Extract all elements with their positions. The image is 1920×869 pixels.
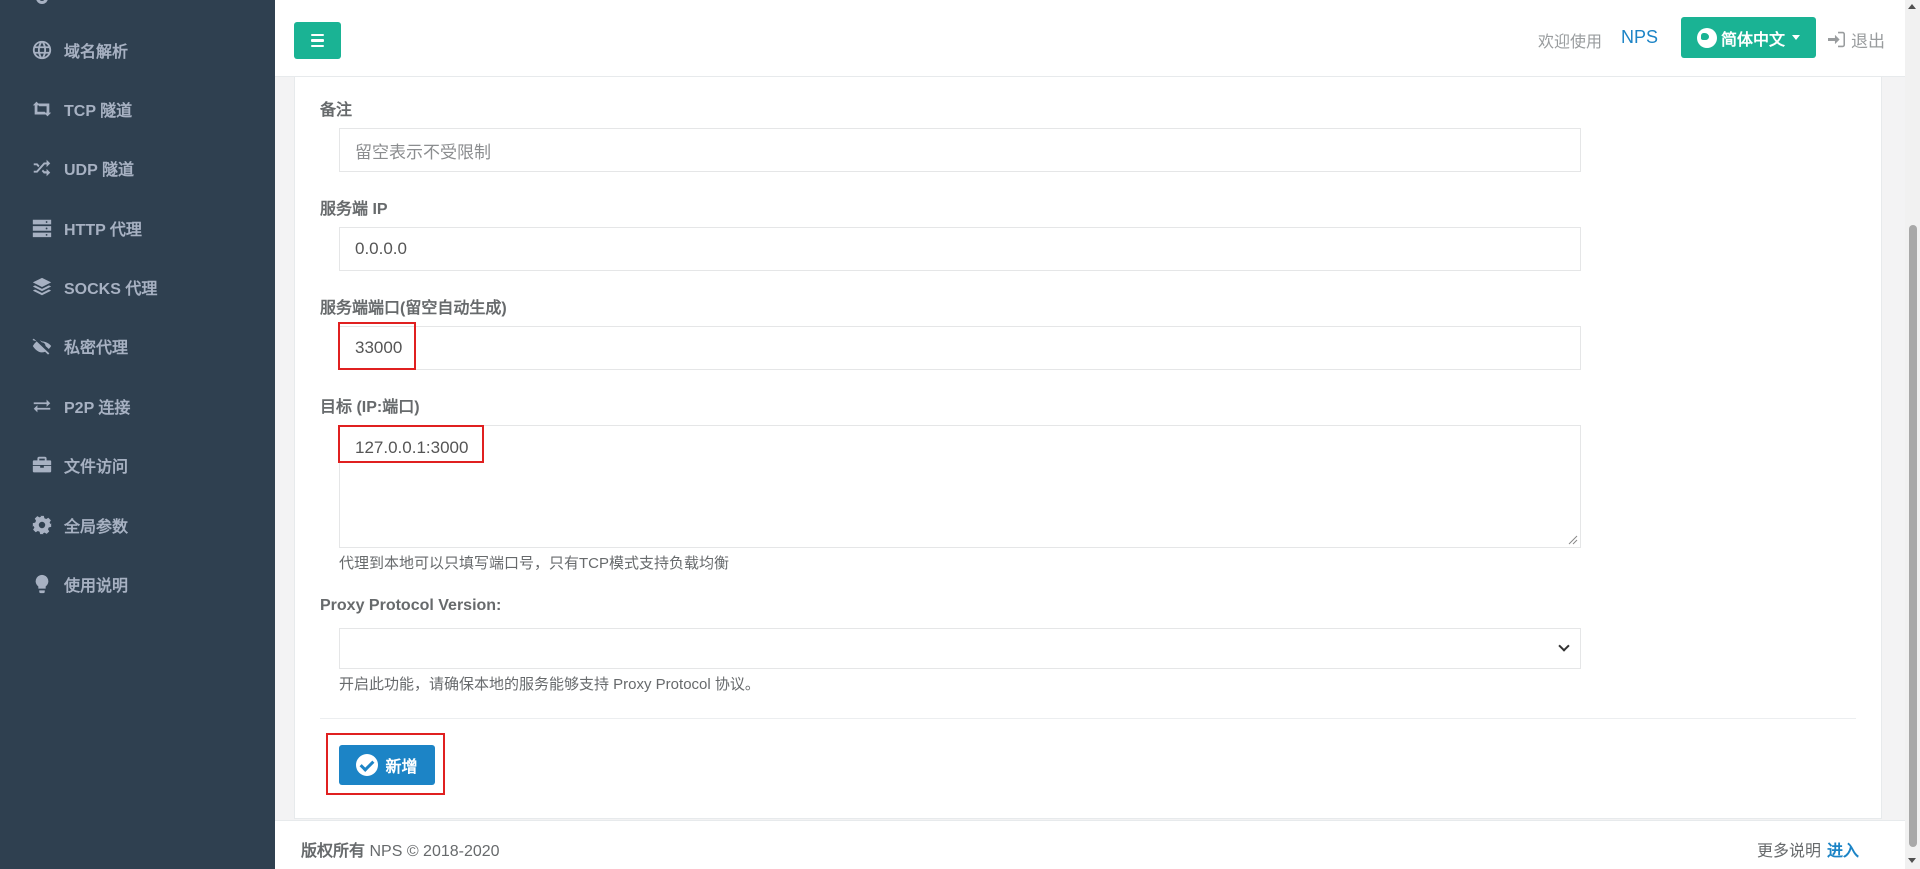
sidebar-item-label: SOCKS 代理 bbox=[64, 281, 158, 298]
server-icon bbox=[30, 217, 54, 239]
exchange-icon bbox=[30, 395, 54, 417]
sidebar-item-socks-proxy[interactable]: SOCKS 代理 bbox=[0, 262, 275, 312]
welcome-text: 欢迎使用 bbox=[1538, 34, 1603, 51]
menu-toggle-button[interactable] bbox=[294, 22, 341, 59]
sidebar-item-http-proxy[interactable]: HTTP 代理 bbox=[0, 203, 275, 253]
sidebar-item-label: P2P 连接 bbox=[64, 400, 131, 417]
sidebar-item-usage[interactable]: 使用说明 bbox=[0, 559, 275, 609]
top-navbar: 欢迎使用 NPS 简体中文 退出 bbox=[275, 0, 1905, 77]
sidebar: 域名解析 TCP 隧道 UDP 隧道 HTTP 代理 SOCKS 代理 私密代理… bbox=[0, 0, 275, 869]
sidebar-item-file-access[interactable]: 文件访问 bbox=[0, 440, 275, 490]
page-scrollbar[interactable] bbox=[1905, 0, 1920, 869]
sidebar-item-private-proxy[interactable]: 私密代理 bbox=[0, 321, 275, 371]
proxy-protocol-label: Proxy Protocol Version: bbox=[320, 597, 502, 614]
logout-link[interactable]: 退出 bbox=[1827, 27, 1885, 52]
target-help-text: 代理到本地可以只填写端口号，只有TCP模式支持负载均衡 bbox=[339, 555, 730, 572]
lightbulb-icon bbox=[30, 573, 54, 595]
scrollbar-thumb[interactable] bbox=[1909, 225, 1917, 847]
sidebar-item-domain-resolve[interactable]: 域名解析 bbox=[0, 25, 275, 75]
sidebar-item-global-params[interactable]: 全局参数 bbox=[0, 500, 275, 550]
server-port-label: 服务端端口(留空自动生成) bbox=[320, 300, 507, 317]
globe-icon bbox=[1696, 27, 1717, 48]
more-info: 更多说明 进入 bbox=[1757, 837, 1859, 861]
add-button-label: 新增 bbox=[385, 759, 418, 776]
server-ip-label: 服务端 IP bbox=[320, 201, 388, 218]
target-label: 目标 (IP:端口) bbox=[320, 399, 420, 416]
add-button[interactable]: 新增 bbox=[339, 745, 435, 785]
chevron-down-icon bbox=[1558, 640, 1570, 652]
divider bbox=[320, 718, 1856, 719]
sidebar-item-label: 文件访问 bbox=[64, 459, 129, 476]
globe-icon bbox=[30, 39, 54, 61]
copyright-label: 版权所有 bbox=[301, 843, 366, 860]
language-label: 简体中文 bbox=[1720, 31, 1785, 49]
sidebar-item-label: 使用说明 bbox=[64, 578, 129, 595]
sidebar-item-p2p[interactable]: P2P 连接 bbox=[0, 381, 275, 431]
gear-icon bbox=[30, 514, 54, 536]
server-ip-input[interactable]: 0.0.0.0 bbox=[339, 227, 1581, 271]
scroll-down-icon[interactable] bbox=[1908, 858, 1916, 863]
sidebar-item-label: TCP 隧道 bbox=[64, 103, 133, 120]
remark-label: 备注 bbox=[320, 102, 353, 119]
eye-slash-icon bbox=[30, 335, 54, 357]
partial-icon bbox=[36, 0, 48, 4]
sign-in-icon bbox=[1828, 31, 1845, 48]
footer: 版权所有 NPS © 2018-2020 更多说明 进入 bbox=[275, 820, 1905, 869]
briefcase-icon bbox=[30, 454, 54, 476]
check-circle-icon bbox=[356, 754, 379, 776]
sidebar-item-label: 域名解析 bbox=[64, 44, 129, 61]
language-dropdown[interactable]: 简体中文 bbox=[1681, 17, 1816, 58]
random-icon bbox=[30, 157, 54, 179]
copyright-text: NPS © 2018-2020 bbox=[369, 843, 500, 860]
sidebar-item-udp-tunnel[interactable]: UDP 隧道 bbox=[0, 143, 275, 193]
more-info-label: 更多说明 bbox=[1756, 843, 1821, 860]
target-textarea[interactable]: 127.0.0.1:3000 bbox=[339, 425, 1581, 548]
logout-label: 退出 bbox=[1851, 32, 1885, 51]
hamburger-icon bbox=[311, 33, 324, 37]
brand-link[interactable]: NPS bbox=[1621, 27, 1658, 48]
scroll-up-icon[interactable] bbox=[1908, 4, 1916, 9]
sidebar-item-tcp-tunnel[interactable]: TCP 隧道 bbox=[0, 84, 275, 134]
sidebar-item-label: HTTP 代理 bbox=[64, 222, 142, 239]
proxy-protocol-select[interactable] bbox=[339, 628, 1581, 669]
enter-link[interactable]: 进入 bbox=[1827, 843, 1859, 860]
copyright: 版权所有 NPS © 2018-2020 bbox=[301, 837, 500, 861]
proxy-protocol-help-text: 开启此功能，请确保本地的服务能够支持 Proxy Protocol 协议。 bbox=[339, 676, 760, 693]
sidebar-item-label: UDP 隧道 bbox=[64, 162, 134, 179]
target-value: 127.0.0.1:3000 bbox=[355, 438, 469, 457]
layers-icon bbox=[30, 276, 54, 298]
server-port-input[interactable]: 33000 bbox=[339, 326, 1581, 370]
remark-input[interactable]: 留空表示不受限制 bbox=[339, 128, 1581, 172]
sidebar-item-label: 私密代理 bbox=[64, 340, 129, 357]
retweet-icon bbox=[30, 98, 54, 120]
resize-handle-icon[interactable] bbox=[1568, 535, 1578, 545]
caret-down-icon bbox=[1792, 35, 1800, 40]
sidebar-item-label: 全局参数 bbox=[64, 519, 129, 536]
